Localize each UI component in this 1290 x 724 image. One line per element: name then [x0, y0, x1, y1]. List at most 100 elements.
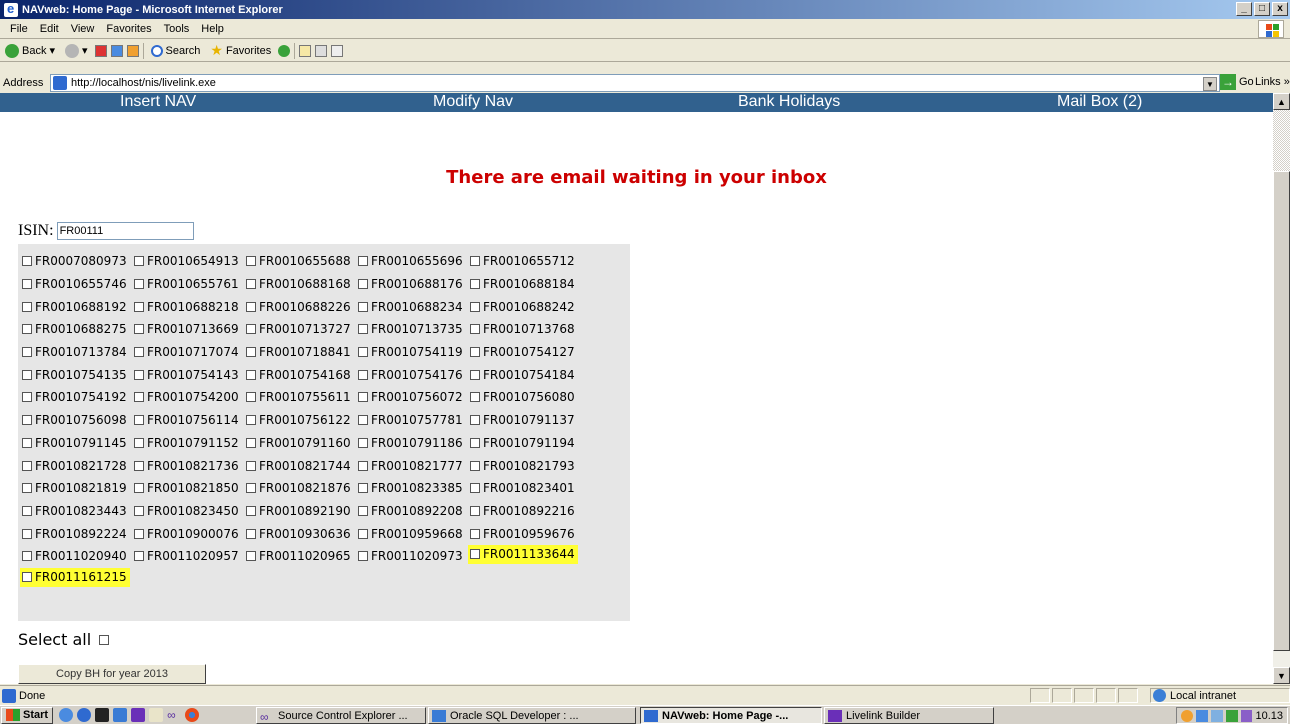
isin-option[interactable]: FR0010791194: [470, 432, 582, 455]
isin-checkbox[interactable]: [22, 572, 32, 583]
isin-option[interactable]: FR0010959676: [470, 522, 582, 545]
menu-favorites[interactable]: Favorites: [100, 23, 157, 35]
isin-checkbox[interactable]: [470, 392, 480, 403]
scroll-down-icon[interactable]: ▼: [1273, 667, 1290, 684]
isin-checkbox[interactable]: [358, 347, 368, 358]
isin-option[interactable]: FR0010713768: [470, 318, 582, 341]
isin-checkbox[interactable]: [22, 256, 32, 267]
isin-option[interactable]: FR0010688242: [470, 295, 582, 318]
isin-checkbox[interactable]: [134, 505, 144, 516]
app-icon[interactable]: [113, 708, 128, 722]
address-input[interactable]: http://localhost/nis/livelink.exe ▼: [50, 74, 1220, 92]
isin-checkbox[interactable]: [22, 279, 32, 290]
task-livelink-builder[interactable]: Livelink Builder: [824, 707, 994, 724]
isin-checkbox[interactable]: [470, 528, 480, 539]
isin-checkbox[interactable]: [22, 460, 32, 471]
isin-option[interactable]: FR0010688218: [134, 295, 246, 318]
isin-option[interactable]: FR0010713669: [134, 318, 246, 341]
livelink-icon[interactable]: [131, 708, 146, 722]
refresh-icon[interactable]: [110, 44, 123, 57]
menu-file[interactable]: File: [4, 23, 34, 35]
address-dropdown-icon[interactable]: ▼: [1203, 77, 1217, 91]
isin-checkbox[interactable]: [358, 392, 368, 403]
back-button[interactable]: Back ▾: [2, 43, 58, 58]
isin-checkbox[interactable]: [22, 528, 32, 539]
isin-option[interactable]: FR0010821728: [22, 454, 134, 477]
isin-checkbox[interactable]: [246, 392, 256, 403]
tray-app-icon[interactable]: [1181, 709, 1193, 722]
isin-option[interactable]: FR0010821876: [246, 477, 358, 500]
isin-checkbox[interactable]: [134, 256, 144, 267]
isin-option[interactable]: FR0010823401: [470, 477, 582, 500]
isin-checkbox[interactable]: [246, 460, 256, 471]
isin-option[interactable]: FR0010892208: [358, 500, 470, 523]
edit-icon[interactable]: [331, 44, 344, 57]
isin-checkbox[interactable]: [246, 415, 256, 426]
isin-option[interactable]: FR0010654913: [134, 250, 246, 273]
isin-option[interactable]: FR0010688168: [246, 273, 358, 296]
isin-option[interactable]: FR0010892190: [246, 500, 358, 523]
isin-checkbox[interactable]: [22, 415, 32, 426]
isin-option[interactable]: FR0010821744: [246, 454, 358, 477]
isin-checkbox[interactable]: [358, 528, 368, 539]
isin-checkbox[interactable]: [358, 460, 368, 471]
stop-icon[interactable]: [94, 44, 107, 57]
isin-input[interactable]: [56, 222, 194, 240]
chrome-icon[interactable]: [185, 708, 200, 722]
isin-option[interactable]: FR0011161215: [20, 567, 130, 587]
isin-option[interactable]: FR0010821793: [470, 454, 582, 477]
isin-checkbox[interactable]: [134, 392, 144, 403]
isin-option[interactable]: FR0010823443: [22, 500, 134, 523]
history-icon[interactable]: [278, 44, 291, 57]
isin-checkbox[interactable]: [22, 324, 32, 335]
isin-checkbox[interactable]: [22, 505, 32, 516]
close-button[interactable]: x: [1272, 2, 1288, 16]
isin-checkbox[interactable]: [246, 369, 256, 380]
isin-checkbox[interactable]: [470, 483, 480, 494]
isin-option[interactable]: FR0010791186: [358, 432, 470, 455]
isin-checkbox[interactable]: [22, 392, 32, 403]
isin-checkbox[interactable]: [470, 347, 480, 358]
isin-checkbox[interactable]: [134, 301, 144, 312]
scroll-up-icon[interactable]: ▲: [1273, 93, 1290, 110]
isin-option[interactable]: FR0011133644: [468, 544, 578, 564]
menu-tools[interactable]: Tools: [158, 23, 196, 35]
isin-option[interactable]: FR0011020940: [22, 545, 134, 568]
vertical-scrollbar[interactable]: ▲ ▼: [1273, 93, 1290, 684]
isin-checkbox[interactable]: [358, 301, 368, 312]
isin-checkbox[interactable]: [358, 256, 368, 267]
isin-option[interactable]: FR0010791145: [22, 432, 134, 455]
isin-checkbox[interactable]: [134, 483, 144, 494]
browser-icon[interactable]: [59, 708, 74, 722]
isin-option[interactable]: FR0010713735: [358, 318, 470, 341]
isin-checkbox[interactable]: [134, 279, 144, 290]
print-icon[interactable]: [315, 44, 328, 57]
favorites-button[interactable]: ★ Favorites: [207, 42, 274, 59]
isin-option[interactable]: FR0010754143: [134, 363, 246, 386]
notepad-icon[interactable]: [149, 708, 164, 722]
isin-checkbox[interactable]: [470, 369, 480, 380]
isin-checkbox[interactable]: [246, 528, 256, 539]
isin-checkbox[interactable]: [470, 437, 480, 448]
nav-bank-holidays[interactable]: Bank Holidays: [738, 93, 840, 111]
console-icon[interactable]: [95, 708, 110, 722]
isin-option[interactable]: FR0010655761: [134, 273, 246, 296]
isin-option[interactable]: FR0010900076: [134, 522, 246, 545]
tray-tool-icon[interactable]: [1240, 709, 1253, 722]
isin-checkbox[interactable]: [470, 460, 480, 471]
isin-option[interactable]: FR0010791137: [470, 409, 582, 432]
isin-option[interactable]: FR0010757781: [358, 409, 470, 432]
isin-option[interactable]: FR0010718841: [246, 341, 358, 364]
isin-option[interactable]: FR0010821777: [358, 454, 470, 477]
isin-checkbox[interactable]: [22, 347, 32, 358]
isin-checkbox[interactable]: [246, 256, 256, 267]
isin-checkbox[interactable]: [358, 505, 368, 516]
isin-checkbox[interactable]: [22, 437, 32, 448]
mail-icon[interactable]: [299, 44, 312, 57]
isin-checkbox[interactable]: [358, 279, 368, 290]
isin-checkbox[interactable]: [246, 324, 256, 335]
isin-checkbox[interactable]: [470, 301, 480, 312]
menu-view[interactable]: View: [65, 23, 101, 35]
isin-checkbox[interactable]: [470, 279, 480, 290]
isin-checkbox[interactable]: [134, 437, 144, 448]
